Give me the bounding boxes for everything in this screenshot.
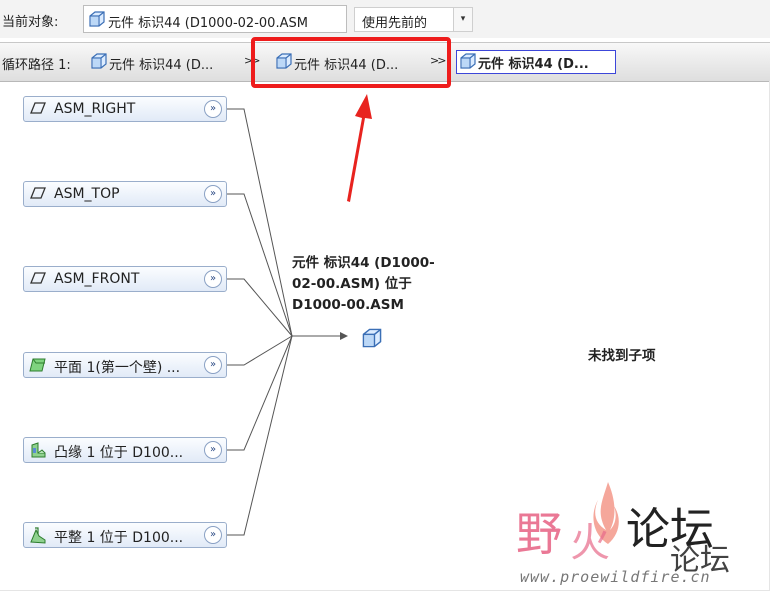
no-children-message: 未找到子项 (588, 348, 656, 364)
expand-icon[interactable]: » (204, 185, 222, 203)
target-line-2: 02-00.ASM) 位于 (292, 276, 412, 292)
expand-icon[interactable]: » (204, 100, 222, 118)
expand-icon[interactable]: » (204, 356, 222, 374)
datum-plane-icon (29, 101, 47, 115)
sheetmetal-wall-icon (29, 356, 47, 374)
node-label: 凸缘 1 位于 D100... (54, 445, 184, 461)
expand-icon[interactable]: » (204, 441, 222, 459)
node-asm-right[interactable]: ASM_RIGHT » (23, 96, 227, 122)
node-label: ASM_RIGHT (54, 101, 136, 117)
node-label: ASM_FRONT (54, 271, 140, 287)
datum-plane-icon (29, 186, 47, 200)
node-flange-1[interactable]: 凸缘 1 位于 D100... » (23, 437, 227, 463)
part-icon[interactable] (361, 327, 383, 349)
target-line-1: 元件 标识44 (D1000- (292, 255, 435, 271)
node-asm-top[interactable]: ASM_TOP » (23, 181, 227, 207)
node-label: 平面 1(第一个壁) ... (54, 360, 181, 376)
flatten-feature-icon (29, 526, 47, 544)
red-arrow-icon (347, 94, 372, 202)
node-asm-front[interactable]: ASM_FRONT » (23, 266, 227, 292)
svg-text:野: 野 (516, 507, 562, 561)
node-flatten-1[interactable]: 平整 1 位于 D100... » (23, 522, 227, 548)
flange-feature-icon (29, 441, 47, 459)
watermark-logo: 野 火 论坛 论坛 www.proewildfire.cn (516, 482, 730, 586)
target-line-3: D1000-00.ASM (292, 297, 404, 313)
datum-plane-icon (29, 271, 47, 285)
node-label: 平整 1 位于 D100... (54, 530, 184, 546)
svg-text:火: 火 (570, 520, 610, 566)
expand-icon[interactable]: » (204, 526, 222, 544)
node-label: ASM_TOP (54, 186, 120, 202)
target-component-label: 元件 标识44 (D1000- 02-00.ASM) 位于 D1000-00.A… (292, 253, 462, 316)
expand-icon[interactable]: » (204, 270, 222, 288)
arrow-head-icon (340, 332, 348, 340)
svg-text:www.proewildfire.cn: www.proewildfire.cn (520, 568, 711, 586)
node-plane-1[interactable]: 平面 1(第一个壁) ... » (23, 352, 227, 378)
